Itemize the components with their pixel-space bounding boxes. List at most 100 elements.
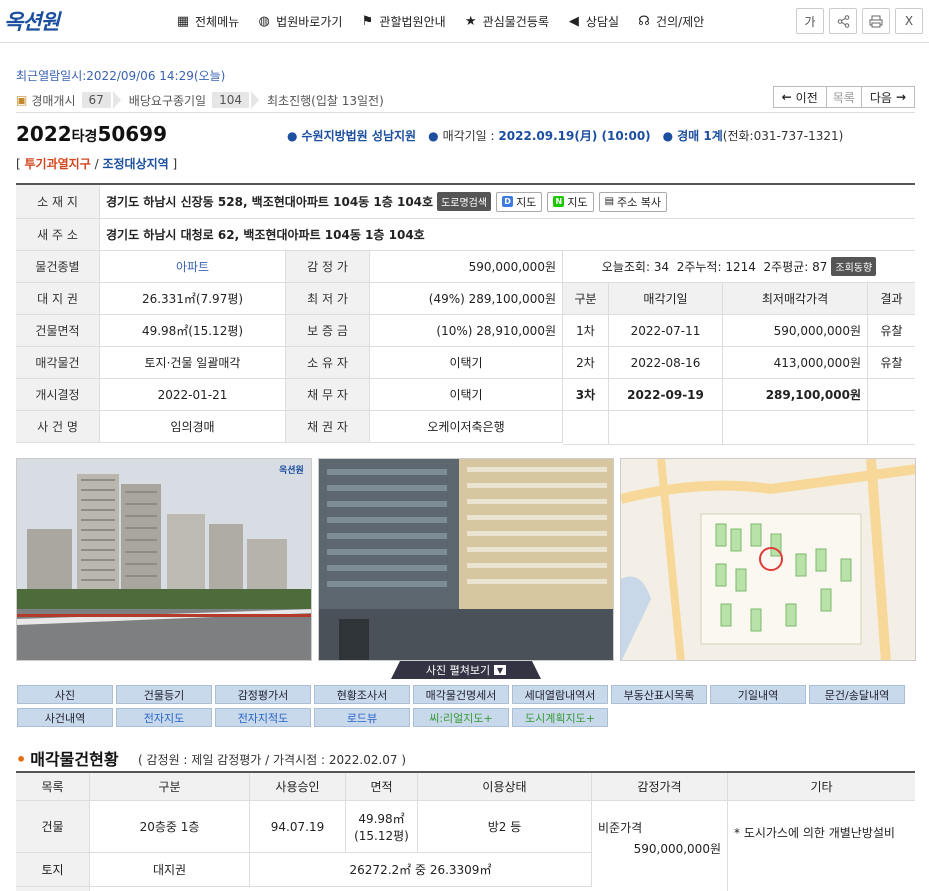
photo-map[interactable] [620, 458, 916, 661]
copy-address-button[interactable]: ▤ 주소 복사 [598, 191, 667, 212]
row-land-right: 대 지 권 26.331㎡(7.97평) 최 저 가 (49%) 289,100… [16, 283, 563, 315]
apartment-photo-1: 옥션원 [17, 459, 311, 660]
doc-button[interactable]: 문건/송달내역 [809, 685, 905, 704]
calendar-icon: ▣ [16, 93, 28, 107]
print-button[interactable] [862, 8, 890, 34]
naver-map-icon: N [553, 196, 565, 207]
nav-court-link[interactable]: ◍ 법원바로가기 [257, 13, 343, 30]
doc-button[interactable]: 현황조사서 [314, 685, 410, 704]
divider [16, 112, 915, 113]
top-bar: 옥션원 ▦ 전체메뉴 ◍ 법원바로가기 ⚑ 관할법원안내 ★ 관심물건등록 ◀ 상담실 ☊… [0, 0, 929, 43]
doc-button[interactable]: 전자지도 [116, 708, 212, 727]
row-start-decision: 개시결정 2022-01-21 채 무 자 이택기 [16, 379, 563, 411]
arrow-right-icon: → [895, 90, 906, 104]
apartment-photo-2 [319, 459, 613, 660]
map-button-daum[interactable]: D 지도 [496, 191, 543, 212]
chevron-right-icon [112, 91, 121, 109]
view-trend-button[interactable]: 조회동향 [831, 257, 877, 276]
prev-button[interactable]: ← 이전 [772, 86, 827, 108]
schedule-row: 1차 2022-07-11 590,000,000원 유찰 [563, 315, 915, 347]
doc-button[interactable]: 사건내역 [17, 708, 113, 727]
doc-button[interactable]: 부동산표시목록 [611, 685, 707, 704]
nav-court-guide[interactable]: ⚑ 관할법원안내 [360, 13, 446, 30]
chevron-down-icon: ▼ [494, 665, 507, 675]
road-search-button[interactable]: 도로명검색 [437, 192, 492, 211]
globe-icon: ◍ [258, 13, 270, 29]
star-building-icon: ★ [464, 13, 477, 29]
doc-button[interactable]: 매각물건명세서 [413, 685, 509, 704]
schedule-row: 2차 2022-08-16 413,000,000원 유찰 [563, 347, 915, 379]
photo-strip: 옥션원 [16, 458, 916, 661]
doc-button[interactable]: 로드뷰 [314, 708, 410, 727]
sale-date: 2022.09.19(月) (10:00) [498, 129, 651, 143]
doc-button[interactable]: 전자지적도 [215, 708, 311, 727]
status-header: 목록 구분 사용승인 면적 이용상태 감정가격 기타 [16, 773, 915, 801]
section-subtitle: ( 감정원 : 제일 감정평가 / 가격시점 : 2022.02.07 ) [138, 753, 407, 767]
doc-button[interactable]: 건물등기 [116, 685, 212, 704]
pager: ← 이전 목록 다음 → [772, 86, 915, 108]
expand-photos-button[interactable]: 사진 펼쳐보기 ▼ [391, 661, 541, 679]
court-phone: (전화:031-737-1321) [722, 129, 844, 143]
row-type: 물건종별 아파트 감 정 가 590,000,000원 [16, 251, 563, 283]
court-name[interactable]: 수원지방법원 성남지원 [301, 129, 416, 143]
schedule-row-empty [563, 411, 915, 445]
doc-button[interactable]: 세대열람내역서 [512, 685, 608, 704]
step-first-bid: 최초진행(입찰 13일전) [266, 93, 384, 108]
row-sale-item: 매각물건 토지·건물 일괄매각 소 유 자 이택기 [16, 347, 563, 379]
doc-button[interactable]: 도시계획지도+ [512, 708, 608, 727]
arrow-left-icon: ← [781, 90, 792, 104]
list-button[interactable]: 목록 [826, 86, 861, 108]
zone-speculation: 투기과열지구 [24, 157, 91, 171]
document-icon: ▤ [604, 196, 615, 207]
doc-button[interactable]: 기일내역 [710, 685, 806, 704]
doc-button[interactable]: 감정평가서 [215, 685, 311, 704]
map-button-naver[interactable]: N 지도 [547, 191, 594, 212]
top-nav: ▦ 전체메뉴 ◍ 법원바로가기 ⚑ 관할법원안내 ★ 관심물건등록 ◀ 상담실 ☊ 건의/제… [176, 13, 704, 30]
nav-consult[interactable]: ◀ 상담실 [567, 13, 619, 30]
location-address: 경기도 하남시 신장동 528, 백조현대아파트 104동 1층 104호 [106, 195, 434, 209]
view-stats-row: 오늘조회: 34 2주누적: 1214 2주평균: 87 조회동향 [563, 251, 915, 283]
row-location: 소 재 지 경기도 하남시 신장동 528, 백조현대아파트 104동 1층 1… [16, 185, 915, 219]
daum-map-icon: D [502, 196, 514, 207]
photo-exterior[interactable]: 옥션원 [16, 458, 312, 661]
chevron-right-icon [250, 91, 259, 109]
zone-tags: [ 투기과열지구 / 조정대상지역 ] [16, 157, 178, 171]
appraisal-price-cell: 비준가격 590,000,000원 [592, 801, 728, 891]
view-stats: 오늘조회: 34 2주누적: 1214 2주평균: 87 [601, 260, 828, 274]
nav-suggest[interactable]: ☊ 건의/제안 [637, 13, 704, 30]
case-number: 2022타경50699 [16, 122, 168, 146]
bullet-icon: • [16, 750, 27, 769]
step-start: 경매개시 67 [31, 91, 128, 109]
nav-all-menu[interactable]: ▦ 전체메뉴 [176, 13, 239, 30]
print-icon [869, 15, 883, 27]
court-info: ● 수원지방법원 성남지원 ● 매각기일 : 2022.09.19(月) (10:0… [287, 129, 844, 143]
step-claim-deadline: 배당요구종기일 104 [129, 91, 267, 109]
court-dept: 경매 1계 [677, 129, 723, 143]
doc-button[interactable]: 사진 [17, 685, 113, 704]
next-button[interactable]: 다음 → [860, 86, 915, 108]
share-button[interactable] [829, 8, 857, 34]
row-building-area: 건물면적 49.98㎡(15.12평) 보 증 금 (10%) 28,910,0… [16, 315, 563, 347]
photo-building[interactable] [318, 458, 614, 661]
status-table: 목록 구분 사용승인 면적 이용상태 감정가격 기타 건물 20층중 1층 94… [16, 771, 915, 891]
watermark: 옥션원 [279, 464, 304, 476]
grid-icon: ▦ [176, 13, 190, 29]
status-row-building: 건물 20층중 1층 94.07.19 49.98㎡ (15.12평) 방2 등 [16, 801, 592, 853]
property-info-table: 소 재 지 경기도 하남시 신장동 528, 백조현대아파트 104동 1층 1… [16, 183, 915, 445]
flag-icon: ⚑ [361, 13, 374, 29]
logo[interactable]: 옥션원 [4, 6, 60, 36]
tool-buttons: 가 X [796, 8, 923, 34]
recent-view-time: 최근열람일시:2022/09/06 14:29(오늘) [16, 69, 226, 83]
new-address: 경기도 하남시 대청로 62, 백조현대아파트 104동 1층 104호 [106, 228, 425, 242]
row-case-name: 사 건 명 임의경매 채 권 자 오케이저축은행 [16, 411, 563, 443]
nav-watchlist[interactable]: ★ 관심물건등록 [464, 13, 549, 30]
schedule-header: 구분 매각기일 최저매각가격 결과 [563, 283, 915, 315]
doc-button[interactable]: 씨:리얼지도+ [413, 708, 509, 727]
status-row-land: 토지 대지권 26272.2㎡ 중 26.3309㎡ [16, 853, 592, 887]
zone-adjustment: 조정대상지역 [102, 157, 169, 171]
share-icon [837, 14, 849, 28]
row-new-address: 새 주 소 경기도 하남시 대청로 62, 백조현대아파트 104동 1층 10… [16, 219, 915, 251]
font-size-button[interactable]: 가 [796, 8, 824, 34]
close-button[interactable]: X [895, 8, 923, 34]
document-buttons: 사진 건물등기 감정평가서 현황조사서 매각물건명세서 세대열람내역서 부동산표시목록 기일내… [17, 685, 907, 727]
